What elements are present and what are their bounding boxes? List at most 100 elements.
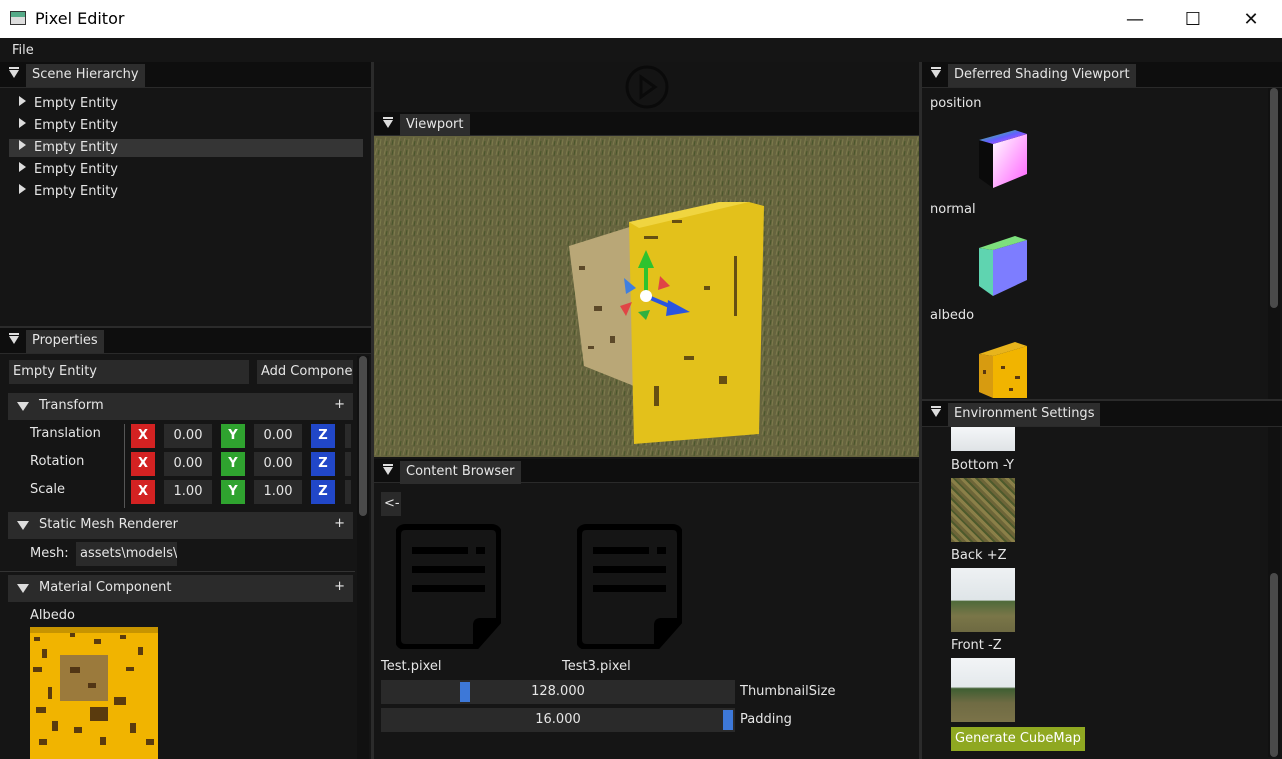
maximize-button[interactable]: ☐ [1164, 0, 1222, 38]
buffer-label-albedo: albedo [930, 308, 975, 323]
rotation-z-reset[interactable]: Z [311, 452, 335, 476]
transform-header[interactable]: Transform + [8, 393, 353, 420]
rotation-label: Rotation [30, 454, 85, 469]
expand-arrow-icon[interactable] [19, 162, 26, 172]
thumbnail-size-slider[interactable]: 128.000 [381, 680, 735, 704]
tab-deferred-shading[interactable]: Deferred Shading Viewport [948, 64, 1136, 87]
collapse-arrow-icon [17, 521, 29, 530]
title-bar: Pixel Editor — ☐ ✕ [0, 0, 1282, 38]
expand-arrow-icon[interactable] [19, 184, 26, 194]
file-name[interactable]: Test.pixel [381, 659, 442, 674]
scale-z-field[interactable] [345, 480, 351, 504]
scene-viewport[interactable] [374, 136, 919, 457]
translation-y-field[interactable]: 0.00 [254, 424, 302, 448]
divider [124, 424, 125, 508]
cubemap-face-bottom[interactable] [951, 478, 1015, 542]
properties-scrollbar-thumb[interactable] [359, 356, 367, 516]
buffer-label-position: position [930, 96, 982, 111]
rotation-x-field[interactable]: 0.00 [164, 452, 212, 476]
properties-panel: Properties Empty Entity Add Component Tr… [0, 328, 371, 759]
properties-tabbar: Properties [0, 328, 371, 354]
panel-menu-icon[interactable] [383, 464, 393, 475]
hierarchy-item-selected[interactable]: Empty Entity [9, 139, 363, 157]
tab-viewport[interactable]: Viewport [400, 114, 470, 137]
generate-cubemap-button[interactable]: Generate CubeMap [951, 727, 1085, 751]
mesh-label: Mesh: [30, 546, 69, 561]
panel-menu-icon[interactable] [383, 117, 393, 128]
translation-label: Translation [30, 426, 101, 441]
scale-y-reset[interactable]: Y [221, 480, 245, 504]
padding-slider[interactable]: 16.000 [381, 708, 735, 732]
face-label-front: Front -Z [951, 638, 1002, 653]
translation-z-reset[interactable]: Z [311, 424, 335, 448]
hierarchy-item[interactable]: Empty Entity [9, 95, 363, 113]
play-icon[interactable] [624, 65, 670, 109]
entity-name-input[interactable]: Empty Entity [9, 360, 249, 384]
albedo-buffer-image[interactable] [975, 340, 1031, 398]
mesh-path-input[interactable]: assets\models\ [76, 542, 177, 566]
add-component-button[interactable]: Add Component [257, 360, 353, 384]
mesh-renderer-options-button[interactable]: + [334, 516, 345, 531]
padding-label: Padding [740, 712, 792, 727]
scale-z-reset[interactable]: Z [311, 480, 335, 504]
cubemap-face-front[interactable] [951, 658, 1015, 722]
scale-x-reset[interactable]: X [131, 480, 155, 504]
normal-buffer-image[interactable] [975, 234, 1031, 300]
buffer-label-normal: normal [930, 202, 976, 217]
play-toolbar [374, 62, 919, 110]
environment-scrollbar-thumb[interactable] [1270, 573, 1278, 757]
panel-menu-icon[interactable] [9, 333, 19, 344]
rotation-y-reset[interactable]: Y [221, 452, 245, 476]
properties-scrollbar[interactable] [357, 356, 369, 759]
face-label-bottom: Bottom -Y [951, 458, 1014, 473]
face-label-back: Back +Z [951, 548, 1007, 563]
hierarchy-item[interactable]: Empty Entity [9, 161, 363, 179]
deferred-scrollbar-thumb[interactable] [1270, 88, 1278, 308]
scale-x-field[interactable]: 1.00 [164, 480, 212, 504]
content-browser-tabbar: Content Browser [374, 459, 919, 484]
close-button[interactable]: ✕ [1222, 0, 1280, 38]
translation-x-reset[interactable]: X [131, 424, 155, 448]
tab-environment-settings[interactable]: Environment Settings [948, 403, 1101, 426]
menu-bar: File [0, 38, 1282, 62]
hierarchy-item[interactable]: Empty Entity [9, 117, 363, 135]
tab-properties[interactable]: Properties [26, 330, 104, 353]
mesh-renderer-header[interactable]: Static Mesh Renderer + [8, 512, 353, 539]
albedo-texture-thumbnail[interactable] [30, 627, 158, 759]
deferred-scrollbar[interactable] [1268, 88, 1280, 399]
viewport-tabbar: Viewport [374, 112, 919, 137]
tab-content-browser[interactable]: Content Browser [400, 461, 521, 484]
back-button[interactable]: <- [381, 492, 401, 516]
material-header[interactable]: Material Component + [8, 575, 353, 602]
slider-grab[interactable] [723, 710, 733, 730]
expand-arrow-icon[interactable] [19, 140, 26, 150]
rotation-z-field[interactable] [345, 452, 351, 476]
cubemap-face-back[interactable] [951, 568, 1015, 632]
expand-arrow-icon[interactable] [19, 118, 26, 128]
transform-options-button[interactable]: + [334, 397, 345, 412]
slider-grab[interactable] [460, 682, 470, 702]
menu-file[interactable]: File [12, 43, 34, 58]
file-tile[interactable] [576, 521, 683, 650]
environment-scrollbar[interactable] [1268, 427, 1280, 757]
rotation-y-field[interactable]: 0.00 [254, 452, 302, 476]
panel-menu-icon[interactable] [9, 67, 19, 78]
translation-y-reset[interactable]: Y [221, 424, 245, 448]
tab-scene-hierarchy[interactable]: Scene Hierarchy [26, 64, 145, 87]
file-name[interactable]: Test3.pixel [562, 659, 631, 674]
minimize-button[interactable]: — [1106, 0, 1164, 38]
material-options-button[interactable]: + [334, 579, 345, 594]
translation-z-field[interactable] [345, 424, 351, 448]
translation-x-field[interactable]: 0.00 [164, 424, 212, 448]
position-buffer-image[interactable] [975, 128, 1031, 194]
expand-arrow-icon[interactable] [19, 96, 26, 106]
hierarchy-item[interactable]: Empty Entity [9, 183, 363, 201]
file-tile[interactable] [395, 521, 502, 650]
cubemap-face-top[interactable] [951, 427, 1015, 451]
panel-menu-icon[interactable] [931, 67, 941, 78]
scale-y-field[interactable]: 1.00 [254, 480, 302, 504]
panel-menu-icon[interactable] [931, 406, 941, 417]
environment-tabbar: Environment Settings [922, 401, 1282, 427]
rotation-x-reset[interactable]: X [131, 452, 155, 476]
collapse-arrow-icon [17, 402, 29, 411]
